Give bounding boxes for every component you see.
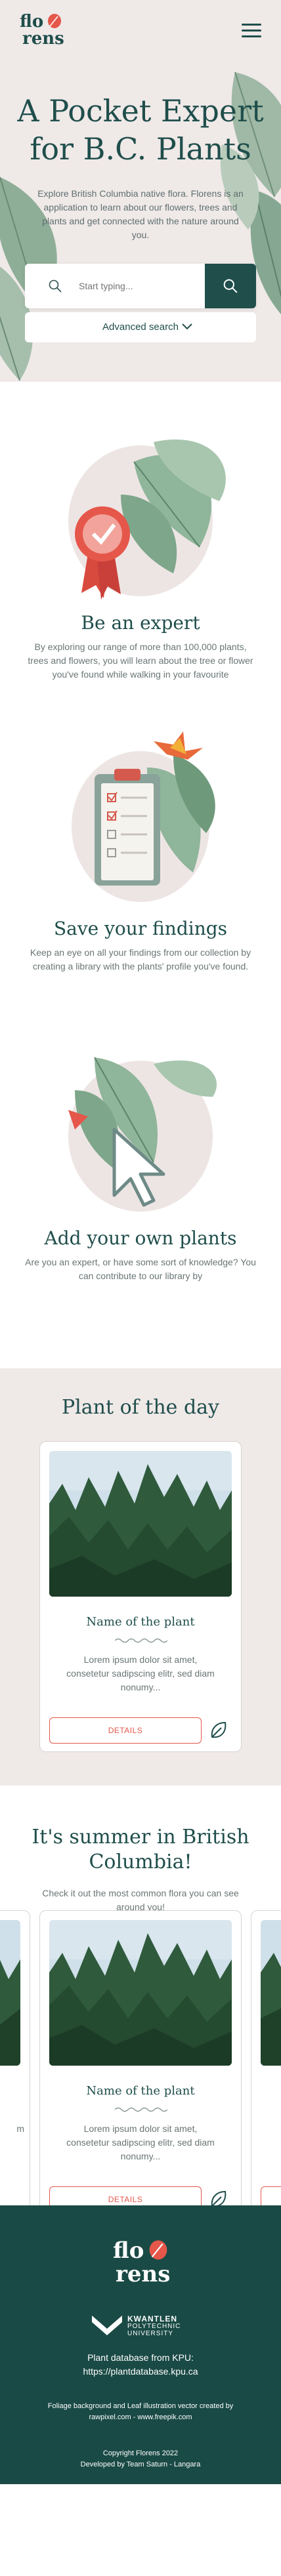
plant-name: Name of the plant [86,2084,195,2098]
plant-card[interactable]: Name of the plant Lorem ipsum dolor sit … [39,1910,242,2205]
search-input[interactable] [79,277,197,295]
plant-photo [0,1920,20,2066]
cursor-leaves-illustration [68,1057,217,1212]
advanced-search-button[interactable]: Advanced search [25,312,256,342]
logo-text-line2: rens [22,29,64,49]
leaf-save-icon[interactable] [208,1720,229,1741]
logo-text-line1: flo [20,12,44,31]
kpu-name-line2: POLYTECHNIC [127,2323,181,2330]
kpu-logo[interactable]: KWANTLEN POLYTECHNIC UNIVERSITY [91,2312,196,2338]
plant-carousel[interactable]: m Name of the plant Lorem ipsum dolor si… [0,1910,281,2205]
feature-title: Be an expert [81,612,200,634]
plant-photo [261,1920,281,2066]
search-button[interactable] [205,264,256,308]
feature-description: By exploring our range of more than 100,… [28,642,253,680]
plant-of-the-day-section: Plant of the day Name of the plant Lorem… [0,1368,281,1786]
details-button-partial[interactable] [261,2186,281,2205]
feature-title: Add your own plants [44,1227,237,1249]
hero-section: flo rens A Pocket Expert for B.C. Plants… [0,0,281,382]
illustration-credit: Foliage background and Leaf illustration… [47,2402,234,2421]
search-icon [49,279,62,293]
plant-description: Lorem ipsum dolor sit amet, consetetur s… [66,1654,215,1692]
section-title: It's summer in British Columbia! [32,1826,249,1873]
hero-description: Explore British Columbia native flora. F… [37,188,244,240]
feature-save-findings: Save your findings Keep an eye on all yo… [0,690,281,998]
database-link[interactable]: https://plantdatabase.kpu.ca [0,2365,281,2379]
details-button[interactable]: DETAILS [49,2186,202,2205]
kpu-mark-icon [92,2316,122,2335]
search-icon [223,279,238,293]
wave-divider-icon [115,1638,167,1643]
feature-add-plants: Add your own plants Are you an expert, o… [0,998,281,1368]
hamburger-menu-icon[interactable] [242,24,261,38]
plant-card[interactable]: Name of the plant Lorem ipsum dolor sit … [39,1441,242,1752]
feature-be-an-expert: Be an expert By exploring our range of m… [0,382,281,690]
plant-description-partial: m [16,2123,24,2134]
wave-divider-icon [115,2107,167,2112]
plant-name: Name of the plant [86,1615,195,1629]
feature-title: Save your findings [53,918,228,939]
feature-description: Are you an expert, or have some sort of … [25,1257,256,1281]
award-ribbon-illustration [68,440,226,600]
plant-card[interactable] [251,1910,281,2205]
plant-description: Lorem ipsum dolor sit amet, consetetur s… [66,2123,215,2161]
section-title: Plant of the day [62,1396,219,1419]
copyright: Copyright Florens 2022 Developed by Team… [0,2448,281,2470]
plant-photo [49,1451,232,1597]
chevron-down-icon [182,323,192,330]
plant-card[interactable]: m [0,1910,30,2205]
kpu-name-line1: KWANTLEN [127,2314,177,2323]
search-bar [25,264,256,308]
developer-line: Developed by Team Saturn - Langara [80,2461,201,2468]
feature-description: Keep an eye on all your findings from ou… [30,947,251,971]
florens-footer-logo[interactable]: flo rens [110,2238,171,2293]
leaf-save-icon[interactable] [208,2189,229,2205]
plant-photo [49,1920,232,2066]
florens-logo[interactable]: flo rens [20,12,66,51]
leaf-logo-icon [48,14,61,28]
site-footer: flo rens KWANTLEN POLYTECHNIC UNIVERSITY… [0,2205,281,2484]
leaf-logo-icon [149,2240,167,2260]
advanced-search-label: Advanced search [102,321,179,333]
hero-title: A Pocket Expert for B.C. Plants [17,93,264,167]
details-button[interactable]: DETAILS [49,1717,202,1744]
database-label: Plant database from KPU: [87,2352,194,2363]
logo-text-line2: rens [116,2261,171,2287]
logo-text-line1: flo [113,2238,144,2264]
copyright-line: Copyright Florens 2022 [102,2449,179,2457]
kpu-name-line3: UNIVERSITY [127,2330,174,2337]
top-navigation-bar: flo rens [0,0,281,60]
summer-section: It's summer in British Columbia! Check i… [0,1786,281,2205]
plant-database-credit: Plant database from KPU: https://plantda… [0,2351,281,2379]
clipboard-checklist-illustration [72,731,215,902]
